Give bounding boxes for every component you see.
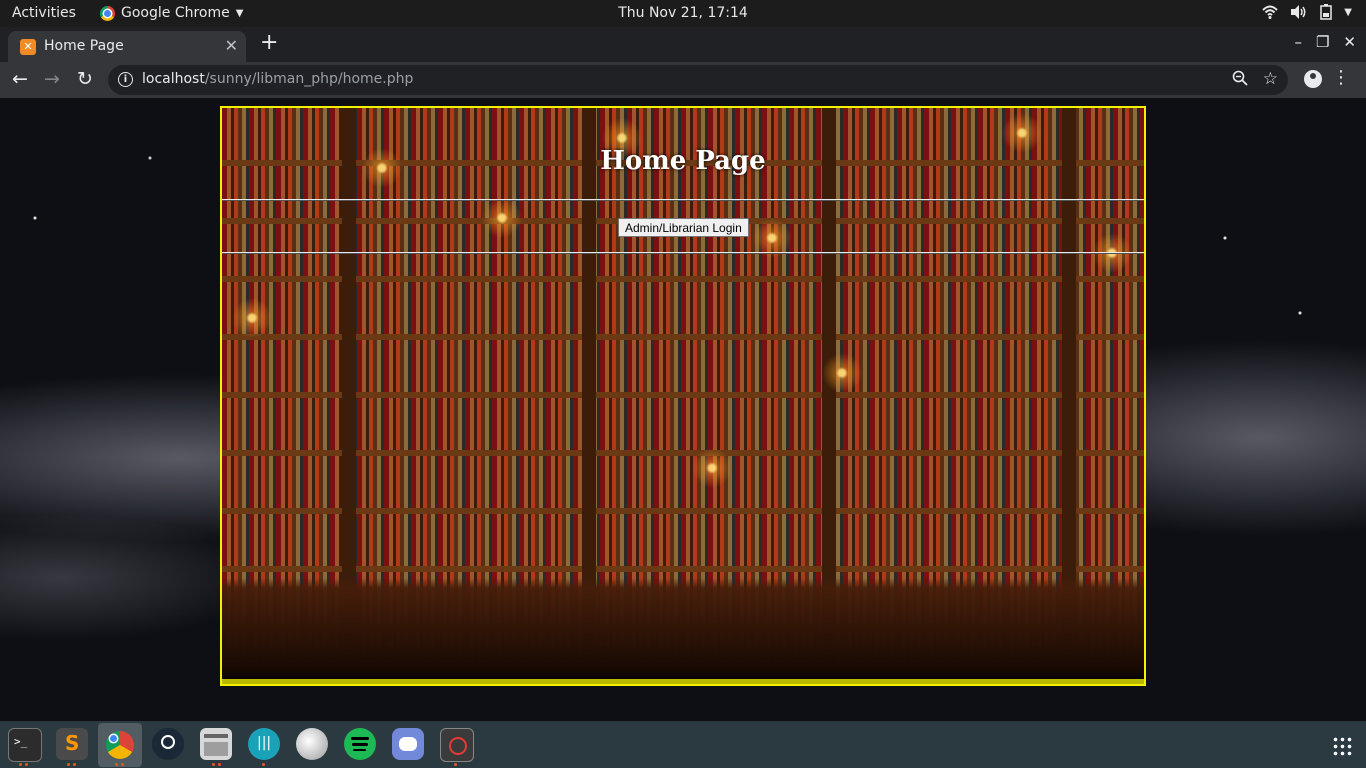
running-indicator xyxy=(19,763,22,766)
running-indicator xyxy=(25,763,28,766)
terminal-icon[interactable]: >_ xyxy=(8,728,42,762)
divider xyxy=(222,199,1144,201)
running-indicator xyxy=(73,763,76,766)
tab-title: Home Page xyxy=(44,38,124,54)
discord-icon[interactable] xyxy=(392,728,424,760)
chevron-down-icon: ▼ xyxy=(1344,6,1352,18)
google-chrome-icon[interactable] xyxy=(98,723,142,767)
browser-toolbar: ← → ↻ i localhost/sunny/libman_php/home.… xyxy=(0,62,1366,98)
close-tab-icon[interactable]: ✕ xyxy=(225,36,238,55)
wifi-icon xyxy=(1262,5,1279,19)
bookmark-star-icon[interactable]: ☆ xyxy=(1263,69,1278,89)
system-top-bar: Activities Google Chrome ▼ Thu Nov 21, 1… xyxy=(0,0,1366,27)
file-archive-icon[interactable] xyxy=(200,728,232,760)
system-tray[interactable]: ▼ xyxy=(1262,4,1352,20)
volume-icon xyxy=(1291,5,1306,19)
running-indicator xyxy=(212,763,215,766)
frame-bottom-bar xyxy=(222,679,1144,684)
running-indicator xyxy=(454,763,457,766)
info-icon[interactable]: i xyxy=(118,72,133,87)
window-controls: – ❐ ✕ xyxy=(1294,33,1356,51)
tab-home-page[interactable]: ✕ Home Page ✕ xyxy=(8,31,246,62)
steam-icon[interactable] xyxy=(152,728,184,760)
sublime-text-icon[interactable]: S xyxy=(56,728,88,760)
app-menu[interactable]: Google Chrome ▼ xyxy=(100,5,243,21)
admin-librarian-login-button[interactable]: Admin/Librarian Login xyxy=(618,218,749,237)
running-indicator xyxy=(218,763,221,766)
candle-glow xyxy=(232,298,272,338)
forward-arrow-icon[interactable]: → xyxy=(44,68,60,90)
show-applications-grid-icon[interactable] xyxy=(1332,736,1352,756)
activities-button[interactable]: Activities xyxy=(12,5,76,21)
chevron-down-icon: ▼ xyxy=(235,7,244,19)
url-host: localhost xyxy=(142,71,205,87)
minimize-icon[interactable]: – xyxy=(1294,33,1302,51)
new-tab-button[interactable]: + xyxy=(260,29,278,57)
restore-icon[interactable]: ❐ xyxy=(1316,33,1329,51)
close-window-icon[interactable]: ✕ xyxy=(1343,33,1356,51)
candle-glow xyxy=(692,448,732,488)
candle-glow xyxy=(482,198,522,238)
baseball-app-icon[interactable] xyxy=(296,728,328,760)
app-menu-label: Google Chrome xyxy=(121,5,230,21)
running-indicator xyxy=(115,763,118,766)
address-bar[interactable]: i localhost/sunny/libman_php/home.php ☆ xyxy=(108,65,1288,95)
url-path: /sunny/libman_php/home.php xyxy=(204,71,414,87)
running-indicator xyxy=(121,763,124,766)
candle-glow xyxy=(822,353,862,393)
library-bookshelf-banner: Home Page Admin/Librarian Login xyxy=(220,106,1146,686)
page-title: Home Page xyxy=(600,146,766,176)
spotify-icon[interactable] xyxy=(344,728,376,760)
battery-icon xyxy=(1320,4,1333,20)
url-text[interactable]: localhost/sunny/libman_php/home.php xyxy=(142,71,413,87)
menu-dots-icon[interactable]: ⋮ xyxy=(1332,67,1350,88)
zoom-icon[interactable] xyxy=(1232,70,1248,86)
reload-icon[interactable]: ↻ xyxy=(77,68,93,90)
chrome-icon xyxy=(100,5,115,21)
clock[interactable]: Thu Nov 21, 17:14 xyxy=(618,5,748,21)
back-arrow-icon[interactable]: ← xyxy=(12,68,28,90)
dock: >_ S ||| xyxy=(0,721,1366,768)
screen-recorder-icon[interactable] xyxy=(440,728,474,762)
stremio-icon[interactable]: ||| xyxy=(248,728,280,760)
tab-strip: ✕ Home Page ✕ + – ❐ ✕ xyxy=(0,27,1366,62)
page-viewport: Home Page Admin/Librarian Login xyxy=(0,98,1366,721)
running-indicator xyxy=(67,763,70,766)
chrome-icon xyxy=(106,731,134,759)
running-indicator xyxy=(262,763,265,766)
divider xyxy=(222,252,1144,254)
xampp-favicon-icon: ✕ xyxy=(20,39,36,55)
profile-avatar-icon[interactable] xyxy=(1304,70,1322,88)
